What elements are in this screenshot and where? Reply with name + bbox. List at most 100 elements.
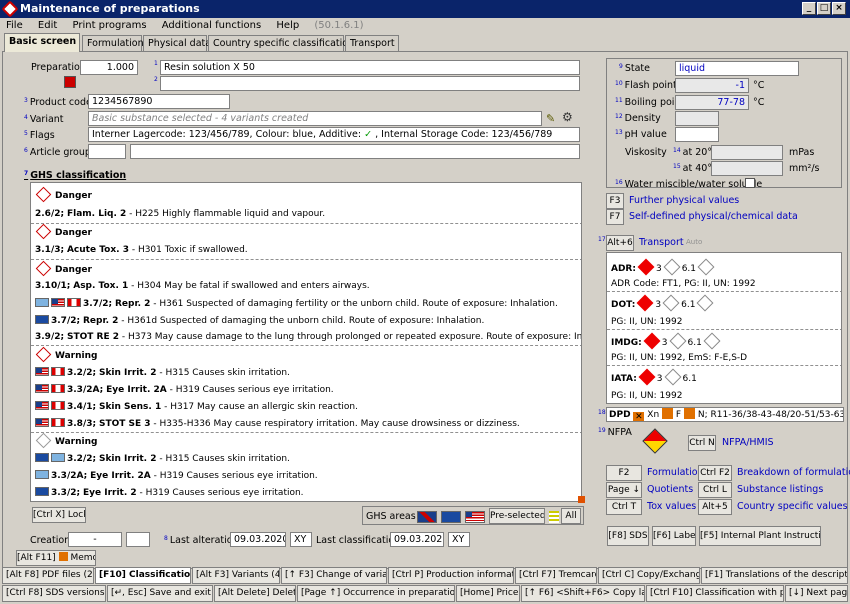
occurrence-button[interactable]: [Page ↑] Occurrence in preparations	[297, 585, 455, 602]
further-physical-link[interactable]: Further physical values	[629, 195, 739, 206]
tab-basic-screen[interactable]: Basic screen	[4, 33, 80, 52]
ctrl-n-button[interactable]: Ctrl N	[688, 435, 716, 451]
tab-formulation[interactable]: Formulation	[82, 35, 144, 51]
sds-versions-button[interactable]: [Ctrl F8] SDS versions	[2, 585, 106, 602]
language-icon[interactable]	[64, 76, 76, 88]
pencil-icon[interactable]: ✎	[546, 112, 560, 125]
classification-button[interactable]: [F10] Classification	[95, 567, 191, 584]
ghs-line[interactable]: 3.4/1; Skin Sens. 1 - H317 May cause an …	[35, 401, 358, 412]
tremcard-button[interactable]: [Ctrl F7] Tremcard	[515, 567, 597, 584]
boiling-point-field[interactable]: 77-78	[675, 95, 749, 110]
all-button[interactable]: All	[561, 508, 581, 524]
ghs-line[interactable]: 3.3/2A; Eye Irrit. 2A - H319 Causes seri…	[35, 384, 334, 395]
last-classification-field[interactable]: 09.03.2020	[390, 532, 444, 547]
alt5-button[interactable]: Alt+5	[698, 499, 732, 515]
self-defined-physical-link[interactable]: Self-defined physical/chemical data	[629, 211, 798, 222]
alt6-button[interactable]: Alt+6	[606, 235, 634, 251]
last-alteration-field[interactable]: 09.03.2020	[230, 532, 286, 547]
eu-flag-icon[interactable]	[441, 511, 461, 523]
product-code-field[interactable]: 1234567890	[88, 94, 230, 109]
ghs-line[interactable]: 3.9/2; STOT RE 2 - H373 May cause damage…	[35, 332, 581, 342]
menu-help[interactable]: Help	[276, 20, 299, 31]
ghs-heading[interactable]: GHS classification	[30, 170, 126, 181]
viscosity-40-field[interactable]	[711, 161, 783, 176]
ghs-line[interactable]: 3.2/2; Skin Irrit. 2 - H315 Causes skin …	[35, 367, 290, 378]
delete-button[interactable]: [Alt Delete] Delete	[214, 585, 296, 602]
article-group-code-field[interactable]	[88, 144, 126, 159]
ctrl-x-lock-button[interactable]: [Ctrl X] Lock	[32, 507, 86, 523]
ghs-line[interactable]: 3.10/1; Asp. Tox. 1 - H304 May be fatal …	[35, 281, 370, 291]
preparation-name-field[interactable]: Resin solution X 50	[160, 60, 580, 75]
next-page-button[interactable]: [↓] Next page	[785, 585, 848, 602]
ctrl-f2-button[interactable]: Ctrl F2	[698, 465, 732, 481]
change-variant-button[interactable]: [↑ F3] Change of variant	[281, 567, 387, 584]
ghs-line[interactable]: 2.6/2; Flam. Liq. 2 - H225 Highly flamma…	[35, 209, 325, 219]
ghs-line[interactable]: 3.7/2; Repr. 2 - H361 Suspected of damag…	[35, 298, 558, 309]
menu-print-programs[interactable]: Print programs	[72, 20, 146, 31]
f3-button[interactable]: F3	[606, 193, 624, 209]
uk-flag-icon[interactable]	[417, 511, 437, 523]
water-miscible-checkbox[interactable]	[745, 178, 755, 188]
creation-date-field[interactable]: -	[68, 532, 122, 547]
ctrl-l-button[interactable]: Ctrl L	[698, 482, 732, 498]
viscosity-20-field[interactable]	[711, 145, 783, 160]
price-button[interactable]: [Home] Price	[456, 585, 520, 602]
classification-print-button[interactable]: [Ctrl F10] Classification with print	[646, 585, 784, 602]
breakdown-link[interactable]: Breakdown of formulation	[737, 467, 850, 478]
ghs-line[interactable]: 3.1/3; Acute Tox. 3 - H301 Toxic if swal…	[35, 245, 248, 255]
copy-exchange-button[interactable]: [Ctrl C] Copy/Exchange	[598, 567, 700, 584]
translations-button[interactable]: [F1] Translations of the descriptions	[701, 567, 848, 584]
last-classification-user-field[interactable]: XY	[448, 532, 470, 547]
creation-user-field[interactable]	[126, 532, 150, 547]
nfpa-hmis-link[interactable]: NFPA/HMIS	[722, 437, 774, 448]
menu-additional-functions[interactable]: Additional functions	[162, 20, 261, 31]
variants-button[interactable]: [Alt F3] Variants (4)	[192, 567, 280, 584]
substance-listings-link[interactable]: Substance listings	[737, 484, 823, 495]
memo-button[interactable]: [Alt F11] Memo	[16, 550, 96, 566]
ghs-line[interactable]: 3.7/2; Repr. 2 - H361d Suspected of dama…	[35, 315, 484, 326]
ghs-line[interactable]: 3.8/3; STOT SE 3 - H335-H336 May cause r…	[35, 418, 520, 429]
gears-icon[interactable]: ⚙	[562, 110, 578, 124]
variant-field[interactable]: Basic substance selected - 4 variants cr…	[88, 111, 542, 126]
dpd-field[interactable]: DPD ✕ Xn F N; R11-36/38-43-48/20-51/53-6…	[606, 407, 844, 422]
f5-internal-plant-button[interactable]: [F5] Internal Plant Instruction	[699, 526, 821, 546]
maximize-button[interactable]: □	[817, 2, 831, 15]
flags-field[interactable]: Interner Lagercode: 123/456/789, Colour:…	[88, 127, 580, 142]
transport-link[interactable]: Transport	[639, 237, 684, 248]
quotients-link[interactable]: Quotients	[647, 484, 693, 495]
ghs-line[interactable]: 3.3/2A; Eye Irrit. 2A - H319 Causes seri…	[35, 470, 318, 481]
last-alteration-user-field[interactable]: XY	[290, 532, 312, 547]
density-field[interactable]	[675, 111, 719, 126]
ctrl-t-button[interactable]: Ctrl T	[606, 499, 642, 515]
flash-point-field[interactable]: -1	[675, 78, 749, 93]
tox-values-link[interactable]: Tox values	[647, 501, 696, 512]
f2-button[interactable]: F2	[606, 465, 642, 481]
expand-icon[interactable]	[578, 496, 585, 503]
pre-selected-button[interactable]: Pre-selected	[489, 508, 545, 524]
page-down-button[interactable]: Page ↓	[606, 482, 642, 498]
ghs-line[interactable]: 3.2/2; Skin Irrit. 2 - H315 Causes skin …	[35, 453, 290, 464]
menu-edit[interactable]: Edit	[38, 20, 57, 31]
formulation-link[interactable]: Formulation	[647, 467, 704, 478]
production-info-button[interactable]: [Ctrl P] Production information	[388, 567, 514, 584]
menu-file[interactable]: File	[6, 20, 23, 31]
preparation-name2-field[interactable]	[160, 76, 580, 91]
ph-field[interactable]	[675, 127, 719, 142]
tab-physical-data[interactable]: Physical data	[143, 35, 211, 51]
f8-sds-button[interactable]: [F8] SDS	[607, 526, 649, 546]
preparation-qty-field[interactable]: 1.000	[80, 60, 138, 75]
tab-country-classifications[interactable]: Country specific classifications	[208, 35, 359, 51]
save-exit-button[interactable]: [↵, Esc] Save and exit	[107, 585, 213, 602]
article-group-name-field[interactable]	[130, 144, 580, 159]
pdf-files-button[interactable]: [Alt F8] PDF files (2)	[2, 567, 94, 584]
country-values-link[interactable]: Country specific values	[737, 501, 848, 512]
minimize-button[interactable]: _	[802, 2, 816, 15]
copy-label-button[interactable]: [↑ F6] <Shift+F6> Copy label	[521, 585, 645, 602]
state-field[interactable]: liquid	[675, 61, 799, 76]
ghs-line[interactable]: 3.3/2; Eye Irrit. 2 - H319 Causes seriou…	[35, 487, 304, 498]
f6-label-button[interactable]: [F6] Label	[652, 526, 696, 546]
close-button[interactable]: ×	[832, 2, 846, 15]
f7-button[interactable]: F7	[606, 209, 624, 225]
us-flag-icon[interactable]	[465, 511, 485, 523]
tab-transport[interactable]: Transport	[345, 35, 399, 51]
